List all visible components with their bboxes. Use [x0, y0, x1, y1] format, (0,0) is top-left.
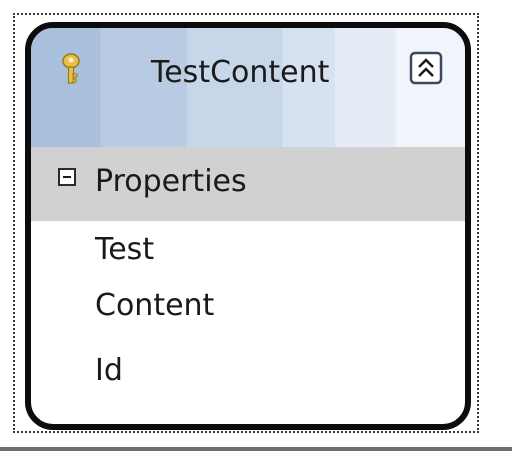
property-content[interactable]: Content	[95, 288, 214, 323]
entity-title: TestContent	[151, 55, 330, 90]
collapse-button[interactable]	[409, 51, 443, 85]
key-icon	[59, 52, 83, 86]
minus-icon[interactable]	[58, 168, 76, 186]
entity-shape[interactable]: TestContent Properties Test Content Id	[25, 22, 471, 430]
properties-section-header[interactable]: Properties	[31, 147, 465, 221]
property-test[interactable]: Test	[95, 232, 154, 267]
divider-line	[0, 447, 512, 451]
property-id[interactable]: Id	[95, 353, 123, 388]
double-chevron-up-icon	[409, 51, 443, 85]
entity-header[interactable]: TestContent	[31, 28, 465, 147]
properties-label: Properties	[95, 164, 247, 199]
